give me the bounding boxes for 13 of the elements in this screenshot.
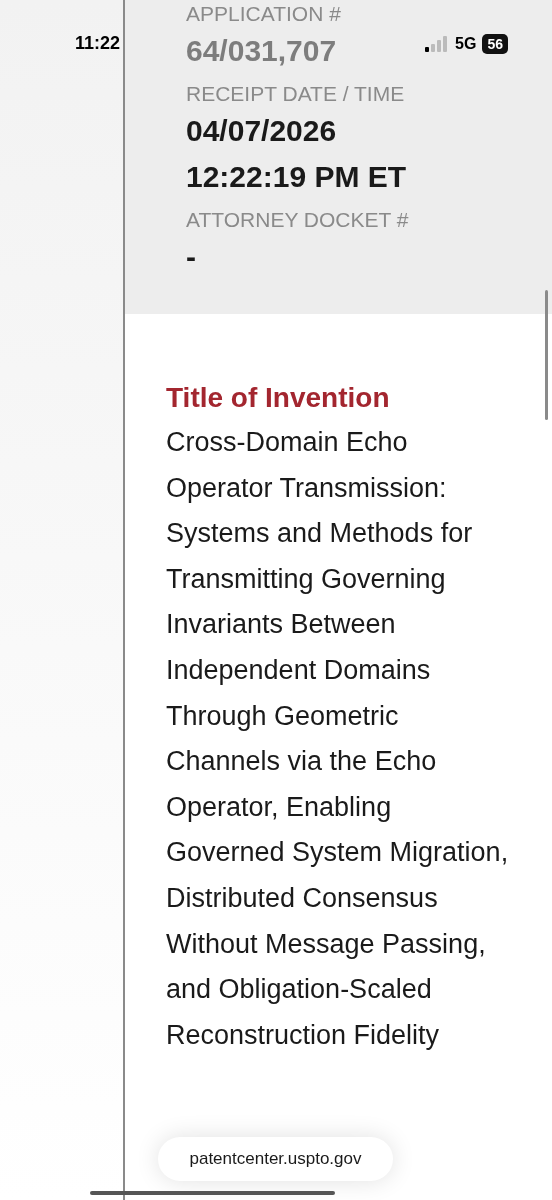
battery-icon: 56 [482,33,508,54]
field-value: 64/031,707 [186,33,337,69]
status-time: 11:22 [75,32,121,55]
field-label: APPLICATION # [186,1,342,27]
field-value: - [186,239,196,275]
field-label: ATTORNEY DOCKET # [186,207,410,233]
network-label: 5G [455,33,477,54]
section-heading: Title of Invention [166,381,391,415]
invention-title: Cross-Domain Echo Operator Transmission: Systems and Methods for Transmitting Governing Invariants Between Independent Domains Through Geometric Channels via the Echo Operator, Enabling Governed System Migration, Distributed Consensus Without Message Passing, and Obligation-Scaled Reconstruction Fidelity [166,426,510,1052]
address-bar[interactable]: patentcenter.uspto.gov [158,1137,393,1181]
field-label: RECEIPT DATE / TIME [186,81,406,107]
field-value: 04/07/2026 12:22:19 PM ET [186,113,408,195]
signal-icon [425,35,450,52]
